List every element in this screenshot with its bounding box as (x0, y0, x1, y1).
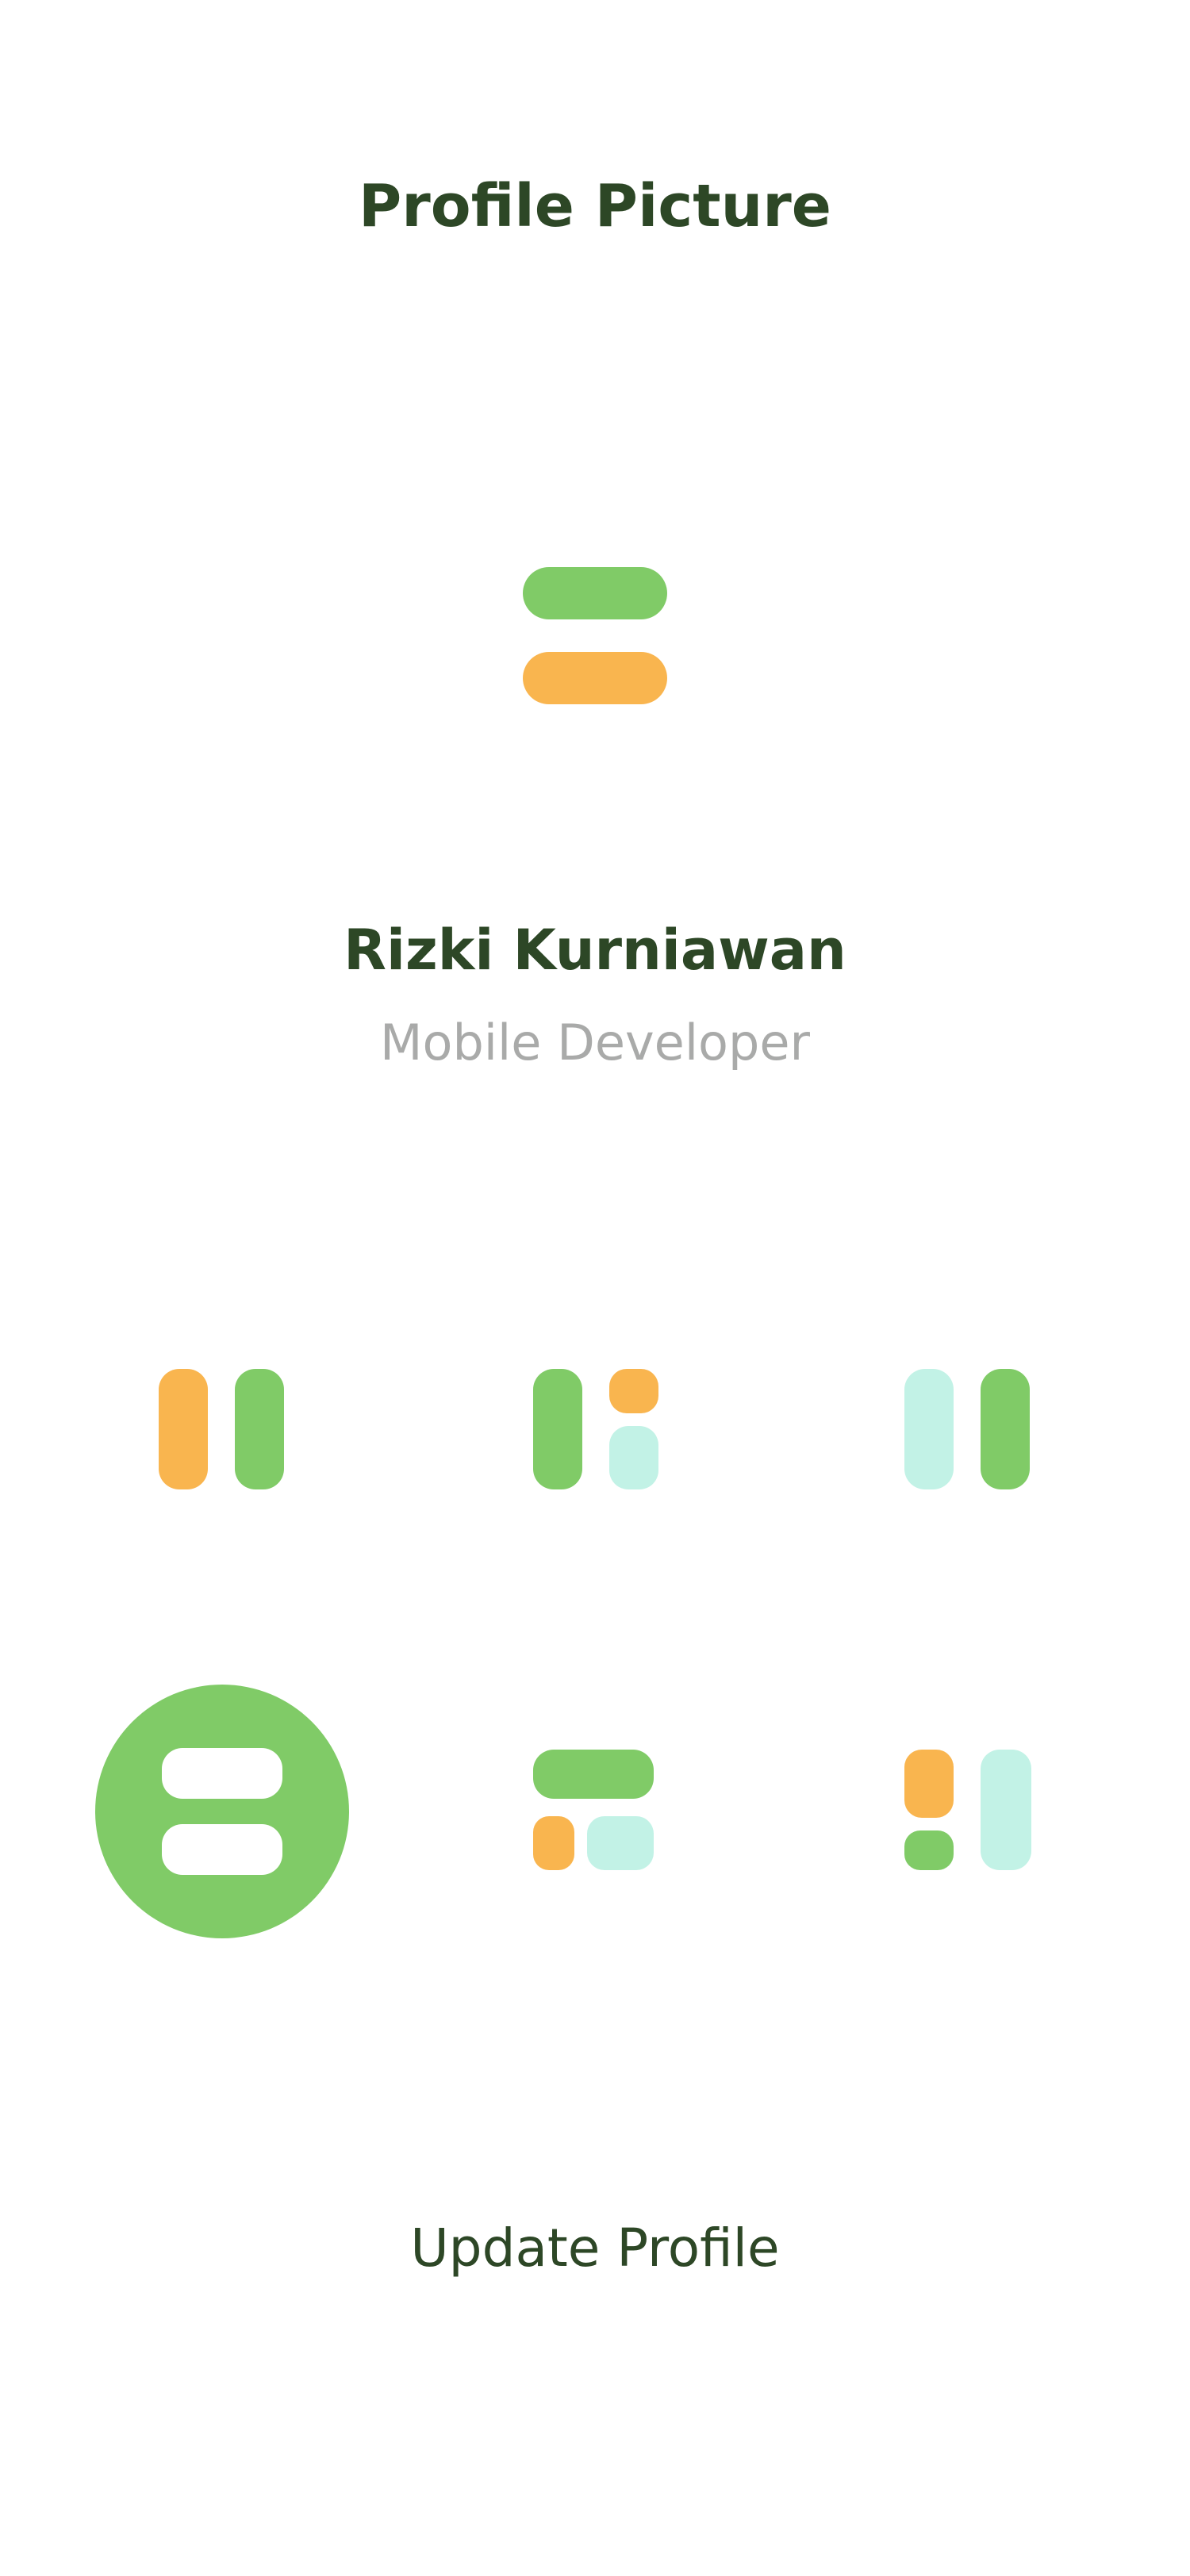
update-profile-button[interactable]: Update Profile (357, 2205, 833, 2292)
avatar-option-6-bottom-tile (904, 1830, 954, 1870)
avatar-option-3-right-bar (981, 1369, 1030, 1489)
avatar-option-4[interactable] (95, 1685, 349, 1938)
avatar-option-1-left-bar (159, 1369, 208, 1489)
avatar-option-6-tall-bar (981, 1750, 1031, 1870)
avatar-option-2-bottom-tile (609, 1426, 658, 1489)
avatar-option-6[interactable] (841, 1685, 1095, 1938)
avatar-option-1[interactable] (95, 1244, 349, 1497)
avatar-option-4-bottom-bar (162, 1824, 282, 1875)
avatar-option-5[interactable] (470, 1685, 724, 1938)
avatar-option-1-right-bar (235, 1369, 284, 1489)
current-avatar-preview (520, 565, 670, 707)
avatar-option-4-top-bar (162, 1748, 282, 1799)
avatar-option-3-left-bar (904, 1369, 954, 1489)
avatar-preview-bottom-bar (523, 652, 667, 704)
avatar-option-3[interactable] (841, 1244, 1095, 1497)
avatar-option-2-top-tile (609, 1369, 658, 1413)
avatar-option-5-small-tile (533, 1816, 574, 1870)
profile-name: Rizki Kurniawan (344, 918, 846, 983)
avatar-preview-top-bar (523, 567, 667, 619)
profile-role: Mobile Developer (380, 1014, 810, 1071)
page-title: Profile Picture (359, 172, 831, 240)
avatar-option-6-top-tile (904, 1750, 954, 1818)
avatar-option-2-tall-bar (533, 1369, 582, 1489)
avatar-option-5-wide-bar (533, 1750, 654, 1799)
avatar-option-2[interactable] (470, 1244, 724, 1497)
avatar-option-5-wide-tile (587, 1816, 654, 1870)
